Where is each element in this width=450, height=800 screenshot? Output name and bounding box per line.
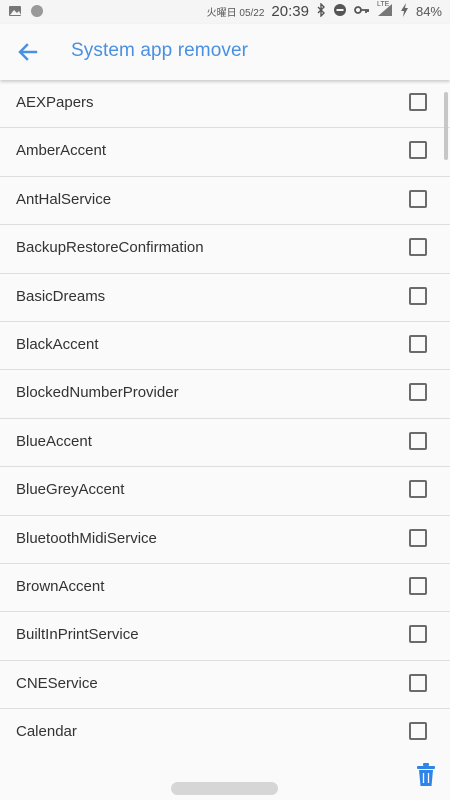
app-list[interactable]: AEXPapers AmberAccent AntHalService BackupR…	[0, 80, 450, 756]
list-item[interactable]: BackupRestoreConfirmation	[0, 225, 450, 274]
app-checkbox[interactable]	[409, 480, 427, 499]
app-name-label: BlackAccent	[16, 335, 99, 353]
app-name-label: BluetoothMidiService	[16, 529, 157, 547]
list-item[interactable]: AmberAccent	[0, 128, 450, 177]
list-item[interactable]: AntHalService	[0, 177, 450, 226]
app-name-label: AntHalService	[16, 190, 112, 208]
home-pill[interactable]	[171, 782, 278, 795]
circle-icon	[30, 4, 44, 21]
delete-button[interactable]	[412, 760, 440, 790]
app-checkbox[interactable]	[409, 238, 427, 257]
key-icon	[354, 4, 370, 19]
page-title: System app remover	[71, 40, 249, 61]
list-item[interactable]: BuiltInPrintService	[0, 612, 450, 661]
bottom-area	[0, 756, 450, 800]
app-checkbox[interactable]	[409, 286, 427, 305]
app-name-label: BuiltInPrintService	[16, 626, 139, 644]
app-checkbox[interactable]	[409, 722, 427, 741]
status-time: 20:39	[271, 3, 309, 20]
list-item[interactable]: Calendar	[0, 709, 450, 756]
app-checkbox[interactable]	[409, 625, 427, 644]
dnd-icon	[333, 3, 347, 20]
app-checkbox[interactable]	[409, 334, 427, 353]
app-name-label: CNEService	[16, 674, 98, 692]
scrollbar[interactable]	[444, 92, 448, 160]
network-label: LTE	[376, 1, 390, 8]
list-item[interactable]: BlockedNumberProvider	[0, 370, 450, 419]
app-checkbox[interactable]	[409, 93, 427, 111]
app-name-label: BrownAccent	[16, 577, 105, 595]
app-name-label: AmberAccent	[16, 142, 107, 160]
app-checkbox[interactable]	[409, 189, 427, 208]
signal-icon: LTE	[376, 1, 393, 20]
app-name-label: BlueGreyAccent	[16, 481, 125, 499]
back-button[interactable]	[10, 34, 46, 70]
app-name-label: BlueAccent	[16, 432, 92, 450]
app-bar: System app remover	[0, 24, 450, 80]
list-item[interactable]: BlueGreyAccent	[0, 467, 450, 516]
list-item[interactable]: BlackAccent	[0, 322, 450, 371]
list-item[interactable]: BasicDreams	[0, 274, 450, 322]
list-item[interactable]: CNEService	[0, 661, 450, 710]
app-name-label: Calendar	[16, 723, 77, 741]
list-item[interactable]: AEXPapers	[0, 80, 450, 129]
list-item[interactable]: BluetoothMidiService	[0, 516, 450, 564]
app-checkbox[interactable]	[409, 141, 427, 160]
app-name-label: AEXPapers	[16, 94, 94, 111]
arrow-back-icon	[18, 43, 38, 61]
app-checkbox[interactable]	[409, 673, 427, 692]
app-checkbox[interactable]	[409, 431, 427, 450]
app-checkbox[interactable]	[409, 383, 427, 402]
status-bar: 火曜日 05/22 20:39 LTE 84%	[0, 0, 450, 24]
app-checkbox[interactable]	[409, 576, 427, 595]
bluetooth-icon	[316, 2, 326, 20]
image-icon	[8, 4, 22, 21]
trash-icon	[417, 763, 435, 786]
list-item[interactable]: BlueAccent	[0, 419, 450, 468]
app-name-label: BackupRestoreConfirmation	[16, 239, 204, 257]
app-checkbox[interactable]	[409, 528, 427, 547]
list-item[interactable]: BrownAccent	[0, 564, 450, 613]
charging-icon	[400, 3, 409, 20]
app-name-label: BlockedNumberProvider	[16, 384, 179, 402]
app-name-label: BasicDreams	[16, 287, 106, 305]
battery-percent: 84%	[415, 4, 442, 19]
status-date: 火曜日 05/22	[206, 8, 265, 19]
